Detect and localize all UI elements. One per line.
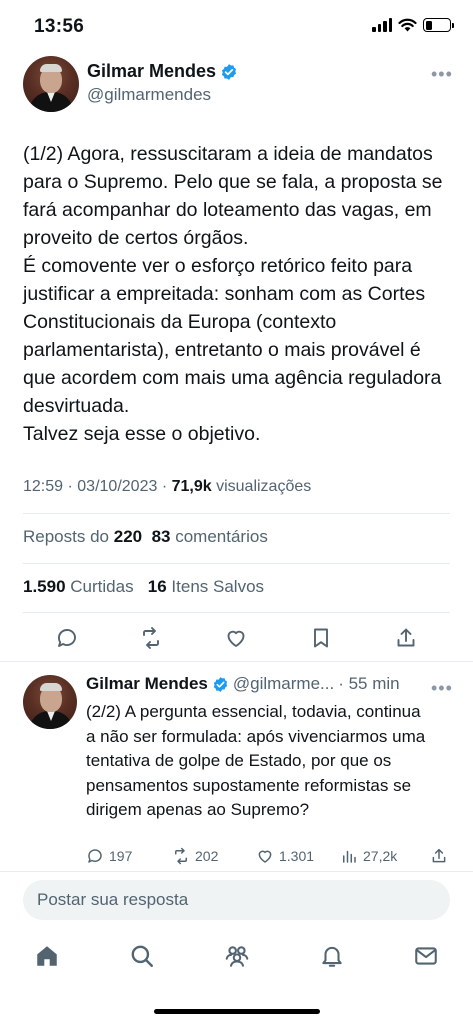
likes-saves-row: 1.590 Curtidas 16 Itens Salvos bbox=[23, 577, 264, 597]
author-avatar[interactable] bbox=[23, 56, 79, 112]
reply-views-button[interactable]: 27,2k bbox=[340, 847, 397, 865]
home-icon[interactable] bbox=[34, 943, 60, 969]
reply-more-options-icon[interactable]: ••• bbox=[431, 679, 453, 697]
reply-comments-button[interactable]: 197 bbox=[86, 847, 132, 865]
divider bbox=[0, 871, 473, 872]
cellular-signal-icon bbox=[372, 18, 392, 32]
reply-action-bar: 197 202 1.301 27,2k bbox=[86, 847, 452, 869]
divider bbox=[23, 513, 450, 514]
comments-count[interactable]: 83 bbox=[152, 527, 171, 546]
status-bar: 13:56 bbox=[0, 0, 473, 54]
likes-count[interactable]: 1.590 bbox=[23, 577, 66, 596]
status-icons bbox=[372, 18, 454, 32]
likes-label[interactable]: Curtidas bbox=[70, 577, 133, 596]
reply-author-avatar[interactable] bbox=[23, 675, 77, 729]
reply-likes-button[interactable]: 1.301 bbox=[256, 847, 314, 865]
communities-icon[interactable] bbox=[224, 943, 250, 969]
tweet-meta: 12:59 · 03/10/2023 · 71,9k visualizações bbox=[23, 478, 312, 495]
reply-age: · 55 min bbox=[338, 674, 400, 693]
like-icon[interactable] bbox=[224, 626, 248, 650]
tweet-date[interactable]: 03/10/2023 bbox=[77, 478, 157, 495]
author-name[interactable]: Gilmar Mendes bbox=[87, 61, 216, 82]
repost-icon[interactable] bbox=[139, 626, 163, 650]
reply-reposts-button[interactable]: 202 bbox=[172, 847, 218, 865]
reply-author-handle[interactable]: @gilmarme... bbox=[233, 674, 334, 694]
author-name-line[interactable]: Gilmar Mendes bbox=[87, 61, 238, 82]
reply-composer-input[interactable]: Postar sua resposta bbox=[23, 880, 450, 920]
reply-reposts-count: 202 bbox=[195, 848, 219, 864]
divider bbox=[0, 661, 473, 662]
reposts-count[interactable]: 220 bbox=[114, 527, 142, 546]
author-handle[interactable]: @gilmarmendes bbox=[87, 85, 211, 105]
reply-author-name[interactable]: Gilmar Mendes bbox=[86, 674, 208, 694]
views-count: 71,9k bbox=[171, 478, 212, 495]
messages-icon[interactable] bbox=[413, 943, 439, 969]
reply-icon[interactable] bbox=[55, 626, 79, 650]
tweet-text: (1/2) Agora, ressuscitaram a ideia de ma… bbox=[23, 143, 443, 445]
bottom-tab-bar bbox=[0, 935, 473, 985]
share-icon bbox=[432, 848, 446, 863]
notifications-icon[interactable] bbox=[319, 943, 345, 969]
saves-count[interactable]: 16 bbox=[148, 577, 167, 596]
like-icon bbox=[258, 850, 272, 863]
tweet-time[interactable]: 12:59 bbox=[23, 478, 63, 495]
reply-comments-count: 197 bbox=[109, 848, 133, 864]
reply-icon bbox=[88, 849, 102, 863]
status-time: 13:56 bbox=[34, 16, 85, 37]
divider bbox=[23, 612, 450, 613]
battery-icon bbox=[423, 18, 454, 32]
divider bbox=[23, 563, 450, 564]
search-icon[interactable] bbox=[129, 943, 155, 969]
repost-icon bbox=[175, 847, 187, 865]
reposts-label[interactable]: Reposts do bbox=[23, 527, 109, 546]
bookmark-icon[interactable] bbox=[309, 626, 333, 650]
share-icon[interactable] bbox=[394, 626, 418, 650]
comments-label[interactable]: comentários bbox=[175, 527, 268, 546]
reply-share-button[interactable] bbox=[430, 847, 448, 865]
home-indicator bbox=[154, 1009, 320, 1014]
wifi-icon bbox=[398, 18, 417, 32]
reposts-comments-row: Reposts do 220 83 comentários bbox=[23, 527, 268, 547]
reply-likes-count: 1.301 bbox=[279, 848, 315, 864]
reply-header[interactable]: Gilmar Mendes @gilmarme... · 55 min bbox=[86, 674, 400, 694]
views-icon bbox=[343, 850, 356, 863]
saves-label[interactable]: Itens Salvos bbox=[171, 577, 264, 596]
more-options-icon[interactable]: ••• bbox=[431, 65, 453, 83]
tweet-action-bar bbox=[0, 618, 473, 658]
reply-text: (2/2) A pergunta essencial, todavia, con… bbox=[86, 702, 426, 819]
reply-views-count: 27,2k bbox=[363, 848, 398, 864]
verified-badge-icon bbox=[221, 63, 237, 80]
verified-badge-icon bbox=[213, 676, 228, 692]
views-label: visualizações bbox=[216, 478, 312, 495]
